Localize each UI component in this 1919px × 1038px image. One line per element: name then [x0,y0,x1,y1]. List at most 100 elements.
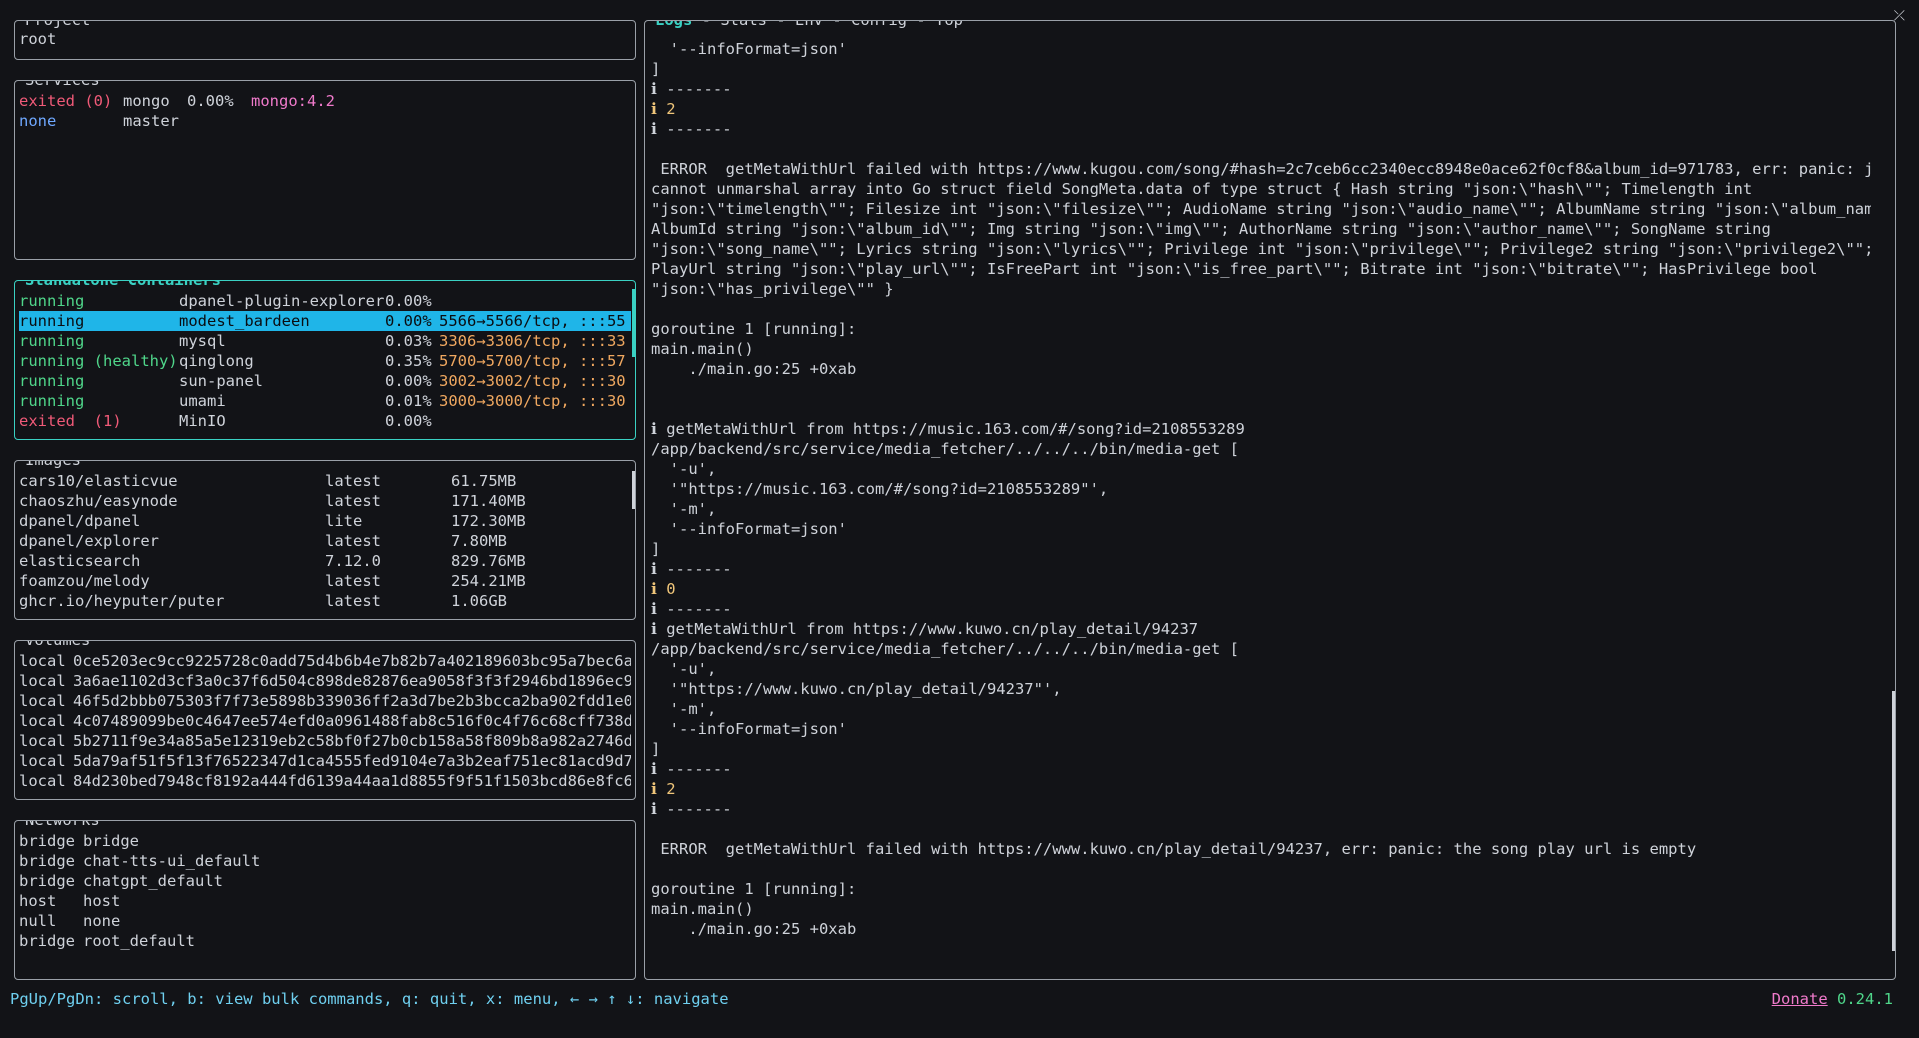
network-row[interactable]: bridge root_default [19,931,631,951]
image-row[interactable]: foamzou/melody latest 254.21MB [19,571,631,591]
container-cpu: 0.00% [385,312,432,330]
network-driver: bridge [19,832,75,850]
network-row[interactable]: bridge chatgpt_default [19,871,631,891]
network-name: root_default [83,932,195,950]
images-scrollbar[interactable] [632,461,635,619]
image-tag: latest [325,492,381,510]
container-cpu: 0.00% [385,412,432,430]
tab-top[interactable]: Top [935,21,963,29]
volume-row[interactable]: local 46f5d2bbb075303f7f73e5898b339036ff2… [19,691,631,711]
image-row[interactable]: dpanel/dpanel lite 172.30MB [19,511,631,531]
log-line: ./main.go:25 +0xab [651,360,857,378]
network-row[interactable]: bridge bridge [19,831,631,851]
container-name: dpanel-plugin-explorer [179,292,385,310]
log-line: main.main() [651,900,754,918]
service-row[interactable]: exited (0) mongo 0.00% mongo:4.2 [19,91,631,111]
log-output[interactable]: '--infoFormat=json'] ℹ ------- ℹ 2 ℹ ------… [651,39,1871,939]
tab-logs[interactable]: Logs [655,21,692,29]
donate-link[interactable]: Donate [1772,990,1828,1008]
network-name: chatgpt_default [83,872,223,890]
volume-row[interactable]: local 4c07489099be0c4647ee574efd0a0961488… [19,711,631,731]
volumes-panel[interactable]: Volumes local 0ce5203ec9cc9225728c0add75d… [14,640,636,800]
volume-driver: local [19,692,66,710]
network-row[interactable]: bridge chat-tts-ui_default [19,851,631,871]
close-icon[interactable]: ⤫ [1894,8,1905,24]
log-line: '-u', [651,660,717,678]
images-title: Images [23,461,83,470]
container-ports: 5700→5700/tcp, :::57 [439,352,626,370]
image-tag: latest [325,532,381,550]
networks-panel[interactable]: Networks bridge bridge bridge chat-tts-ui_d… [14,820,636,980]
container-ports: 3306→3306/tcp, :::33 [439,332,626,350]
logs-scrollbar[interactable] [1892,21,1895,979]
container-row[interactable]: running dpanel-plugin-explorer0.00% [19,291,631,311]
images-panel[interactable]: Images cars10/elasticvue latest 61.75MB cha… [14,460,636,620]
container-status: running [19,392,85,410]
image-row[interactable]: cars10/elasticvue latest 61.75MB [19,471,631,491]
volume-driver: local [19,672,66,690]
networks-title: Networks [23,821,102,830]
volume-row[interactable]: local 5b2711f9e34a85a5e12319eb2c58bf0f27b… [19,731,631,751]
network-name: chat-tts-ui_default [83,852,261,870]
standalone-scrollbar[interactable] [632,281,635,439]
tab-separator: - [692,20,721,29]
image-name: cars10/elasticvue [19,472,178,490]
image-row[interactable]: elasticsearch 7.12.0 829.76MB [19,551,631,571]
service-name: master [123,112,179,130]
volume-name: 46f5d2bbb075303f7f73e5898b339036ff2a3d7b… [73,692,631,710]
image-row[interactable]: ghcr.io/heyputer/puter latest 1.06GB [19,591,631,611]
tab-stats[interactable]: Stats [720,21,767,29]
container-ports: 3002→3002/tcp, :::30 [439,372,626,390]
volume-row[interactable]: local 0ce5203ec9cc9225728c0add75d4b6b4e7b… [19,651,631,671]
log-line: ℹ ------- [651,80,732,98]
container-row[interactable]: running modest_bardeen 0.00% 5566→5566/tcp,… [19,311,631,331]
network-row[interactable]: host host [19,891,631,911]
container-row[interactable]: running (healthy)qinglong 0.35% 5700→5700/… [19,351,631,371]
image-name: elasticsearch [19,552,141,570]
service-row[interactable]: none master [19,111,631,131]
log-line: '"https://music.163.com/#/song?id=210855… [651,480,1109,498]
network-driver: bridge [19,932,75,950]
tab-separator: - [907,20,935,29]
network-driver: bridge [19,872,75,890]
log-line: AlbumId string "json:\"album_id\""; Img … [651,220,1771,238]
container-name: qinglong [179,352,254,370]
container-name: mysql [179,332,226,350]
services-panel[interactable]: Services exited (0) mongo 0.00% mongo:4.2 no… [14,80,636,260]
image-name: dpanel/explorer [19,532,159,550]
log-line: ] [651,540,661,558]
volume-row[interactable]: local 3a6ae1102d3cf3a0c37f6d504c898de8287… [19,671,631,691]
project-panel[interactable]: Project root [14,20,636,60]
log-line: ℹ 0 [651,580,676,598]
container-row[interactable]: exited (1) MinIO 0.00% [19,411,631,431]
log-line: PlayUrl string "json:\"play_url\""; IsFr… [651,260,1818,278]
log-line: ℹ ------- [651,120,732,138]
volume-row[interactable]: local 5da79af51f5f13f76522347d1ca4555fed9… [19,751,631,771]
log-line: /app/backend/src/service/media_fetcher/.… [651,440,1239,458]
log-line: goroutine 1 [running]: [651,880,857,898]
container-row[interactable]: running sun-panel 0.00% 3002→3002/tcp, :::3… [19,371,631,391]
tab-config[interactable]: Config [851,21,907,29]
container-row[interactable]: running mysql 0.03% 3306→3306/tcp, :::33 [19,331,631,351]
container-row[interactable]: running umami 0.01% 3000→3000/tcp, :::30 [19,391,631,411]
image-row[interactable]: chaoszhu/easynode latest 171.40MB [19,491,631,511]
log-line: '-u', [651,460,717,478]
network-row[interactable]: null none [19,911,631,931]
standalone-containers-panel[interactable]: Standalone Containers running dpanel-plug… [14,280,636,440]
log-line: ℹ 2 [651,100,676,118]
tab-env[interactable]: Env [795,21,823,29]
main-panel[interactable]: Logs - Stats - Env - Config - Top '--inf… [644,20,1896,980]
donate-area: Donate 0.24.1 [1772,988,1893,1010]
image-size: 254.21MB [451,572,526,590]
image-name: foamzou/melody [19,572,150,590]
log-line: /app/backend/src/service/media_fetcher/.… [651,640,1239,658]
image-row[interactable]: dpanel/explorer latest 7.80MB [19,531,631,551]
network-driver: host [19,892,57,910]
keybinding-help: PgUp/PgDn: scroll, b: view bulk commands… [10,990,729,1008]
lazydocker-screen: Project root Services exited (0) mongo 0.0… [0,0,1919,1038]
volume-row[interactable]: local 84d230bed7948cf8192a444fd6139a44aa1… [19,771,631,791]
volumes-title: Volumes [23,641,93,650]
